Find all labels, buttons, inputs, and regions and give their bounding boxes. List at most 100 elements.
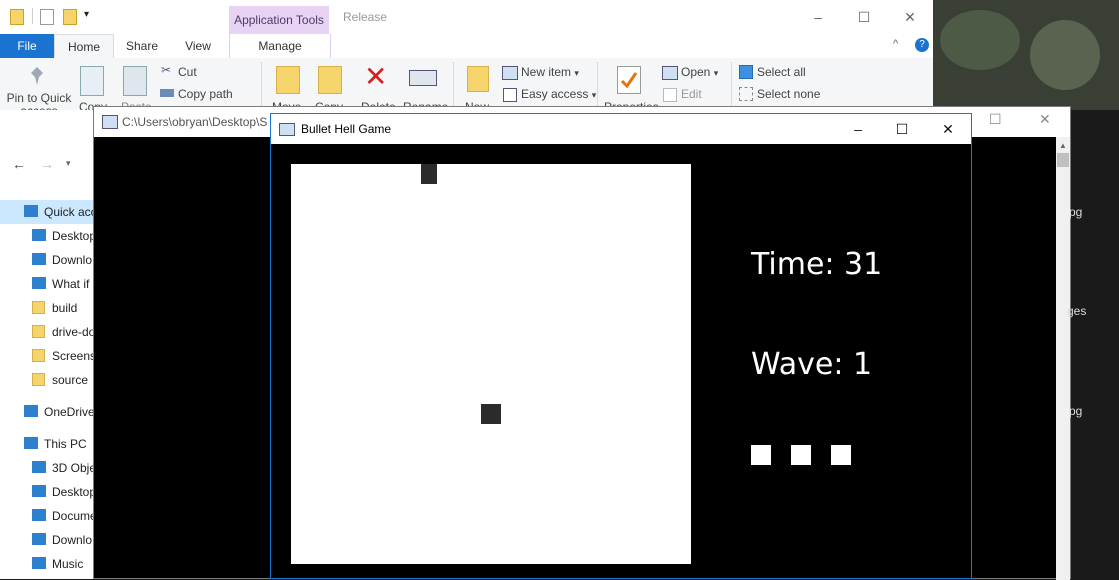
life-square <box>831 445 851 465</box>
desktop-background <box>930 0 1119 110</box>
folder-icon <box>32 325 45 338</box>
nav-item-label: OneDrive <box>44 405 95 419</box>
music-icon <box>32 557 46 569</box>
nav-item[interactable]: This PC <box>0 432 100 456</box>
game-titlebar: Bullet Hell Game – ☐ ✕ <box>271 114 971 144</box>
paste-icon <box>123 66 147 96</box>
side-label: ges <box>1067 304 1087 318</box>
maximize-button[interactable]: ☐ <box>879 114 925 144</box>
new-folder-icon[interactable] <box>63 9 77 25</box>
side-label: pg <box>1069 404 1083 418</box>
window-icon <box>279 123 295 136</box>
maximize-button[interactable]: ☐ <box>841 6 887 28</box>
qat-dropdown-icon[interactable]: ▾ <box>84 9 89 20</box>
scroll-thumb[interactable] <box>1057 153 1069 167</box>
minimize-button[interactable]: – <box>835 114 881 144</box>
cut-button[interactable]: Cut <box>178 65 197 79</box>
wave-counter: Wave: 1 <box>751 347 873 382</box>
tab-home[interactable]: Home <box>54 34 114 59</box>
nav-item-label: Desktop <box>52 485 97 499</box>
new-item-icon <box>502 66 518 80</box>
enemy-bullet <box>421 164 437 184</box>
quick-access-toolbar: ▾ Application Tools Release – ☐ ✕ <box>0 0 933 35</box>
new-item-button[interactable]: New item ▾ <box>521 65 579 79</box>
scissors-icon: ✂ <box>161 63 172 77</box>
scroll-up-icon[interactable]: ▲ <box>1059 141 1067 150</box>
scrollbar[interactable]: ▲ <box>1056 137 1070 580</box>
nav-item-label: source <box>52 373 89 387</box>
application-tools-tab: Application Tools <box>229 6 329 34</box>
chevron-down-icon: ▾ <box>574 68 579 78</box>
nav-item[interactable]: drive-do <box>0 320 100 344</box>
nav-item-label: drive-do <box>52 325 96 339</box>
close-button[interactable]: ✕ <box>1039 111 1051 128</box>
nav-item-label: What if <box>52 277 90 291</box>
select-none-button[interactable]: Select none <box>757 87 820 101</box>
game-window-title: Bullet Hell Game <box>301 122 392 136</box>
nav-item[interactable]: Quick acc <box>0 200 100 224</box>
edit-button[interactable]: Edit <box>681 87 702 101</box>
select-all-icon <box>739 65 753 79</box>
star-icon <box>24 205 38 217</box>
select-all-button[interactable]: Select all <box>757 65 806 79</box>
ribbon-tabs: File Home Share View Manage ^ ? <box>0 34 933 59</box>
help-icon[interactable]: ? <box>915 38 929 52</box>
properties-check-icon[interactable] <box>40 9 54 25</box>
nav-item[interactable]: Docume <box>0 504 100 528</box>
forward-arrow-icon[interactable]: → <box>40 156 54 172</box>
background-window-title: C:\Users\obryan\Desktop\S <box>122 115 268 129</box>
nav-item-label: build <box>52 301 78 315</box>
close-button[interactable]: ✕ <box>925 114 971 144</box>
back-arrow-icon[interactable]: ← <box>12 156 26 172</box>
collapse-ribbon-icon[interactable]: ^ <box>893 38 898 50</box>
cube-icon <box>32 461 46 473</box>
properties-icon <box>617 66 641 94</box>
game-window: Bullet Hell Game – ☐ ✕ Time: 31 Wave: 1 <box>270 113 972 579</box>
nav-item-label: This PC <box>44 437 87 451</box>
folder-icon <box>32 373 45 386</box>
ribbon-separator <box>453 62 454 106</box>
player-square[interactable] <box>481 404 501 424</box>
tab-manage[interactable]: Manage <box>229 34 331 58</box>
nav-item[interactable]: build <box>0 296 100 320</box>
download-icon <box>32 533 46 545</box>
nav-item[interactable]: source <box>0 368 100 392</box>
open-button[interactable]: Open ▾ <box>681 65 718 79</box>
recent-locations-icon[interactable]: ▾ <box>66 158 71 169</box>
new-item-label: New item <box>521 65 572 79</box>
rename-icon <box>409 70 437 86</box>
nav-item-label: Desktop <box>52 229 97 243</box>
nav-item[interactable]: Downlo <box>0 528 100 552</box>
side-label: pg <box>1069 205 1083 219</box>
copy-icon <box>80 66 104 96</box>
desktop-icon <box>32 485 46 497</box>
tab-view[interactable]: View <box>174 34 222 58</box>
game-arena[interactable] <box>291 164 691 564</box>
folder-icon[interactable] <box>10 9 24 25</box>
copy-path-button[interactable]: Copy path <box>178 87 233 101</box>
pc-icon <box>24 437 38 449</box>
minimize-button[interactable]: – <box>795 6 841 28</box>
easy-access-label: Easy access <box>521 87 589 101</box>
maximize-button[interactable]: ☐ <box>989 111 1002 128</box>
easy-access-icon <box>503 88 517 102</box>
tab-file[interactable]: File <box>0 34 54 58</box>
nav-item[interactable]: 3D Obje <box>0 456 100 480</box>
move-icon <box>276 66 300 94</box>
nav-item[interactable]: What if <box>0 272 100 296</box>
tab-share[interactable]: Share <box>118 34 166 58</box>
nav-item[interactable]: Music <box>0 552 100 576</box>
nav-item[interactable]: Desktop <box>0 480 100 504</box>
ribbon: Pin to Quick access Copy Paste ✂ Cut Cop… <box>0 58 933 118</box>
window-title: Release <box>343 10 388 24</box>
nav-item-label: Music <box>52 557 84 571</box>
open-icon <box>662 66 678 80</box>
close-button[interactable]: ✕ <box>887 6 933 28</box>
nav-item[interactable]: OneDrive <box>0 400 100 424</box>
easy-access-button[interactable]: Easy access ▾ <box>521 87 596 101</box>
chevron-down-icon: ▾ <box>591 90 597 100</box>
nav-item[interactable]: Downlo <box>0 248 100 272</box>
nav-item[interactable]: Desktop <box>0 224 100 248</box>
ribbon-separator <box>597 62 598 106</box>
nav-item[interactable]: Screens <box>0 344 100 368</box>
